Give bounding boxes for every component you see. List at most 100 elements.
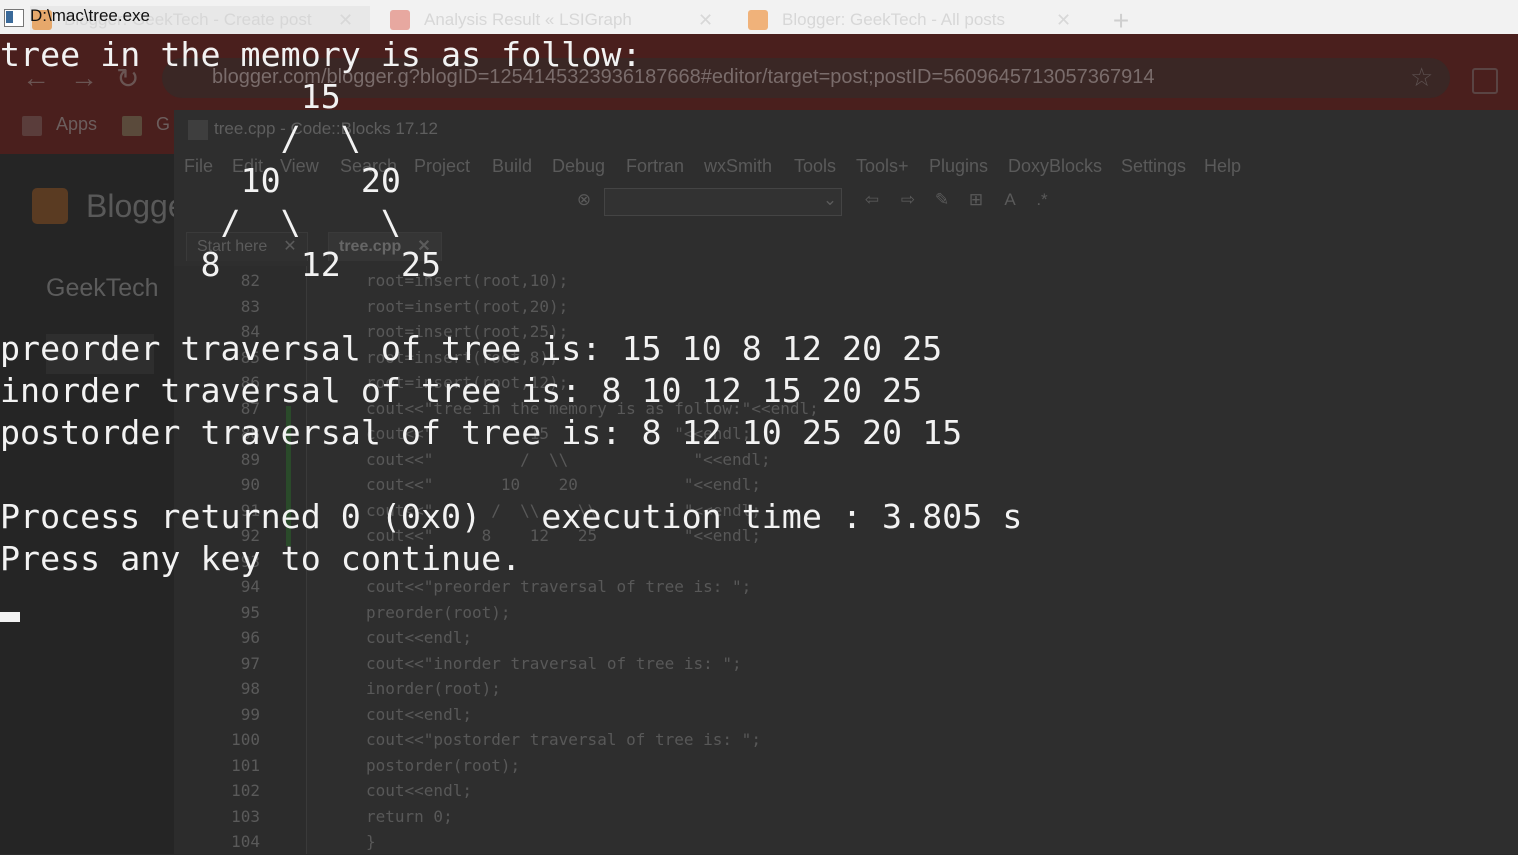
- blogger-favicon-icon: [748, 10, 768, 30]
- close-icon[interactable]: ✕: [1056, 6, 1071, 34]
- line-numbers: 82 83 84 85 86 87 88 89 90 91 92 93 94 95 96 97 98 99 100 1…: [214, 268, 260, 855]
- reload-icon[interactable]: ↻: [116, 62, 139, 95]
- menu-wxsmith[interactable]: wxSmith: [704, 156, 772, 177]
- console-window-title: D:\mac\tree.exe: [30, 6, 150, 25]
- tab-tree-cpp[interactable]: tree.cpp ✕: [328, 232, 442, 261]
- line-number: 92: [240, 526, 260, 545]
- pocket-extension-icon[interactable]: [1472, 68, 1498, 94]
- code-line: cout<<endl;: [366, 628, 472, 647]
- match-case-icon[interactable]: A: [1000, 190, 1020, 210]
- forward-arrow-icon[interactable]: →: [70, 62, 98, 94]
- line-number: 95: [240, 602, 260, 622]
- line-number: 97: [240, 653, 260, 673]
- change-bar: [286, 406, 291, 546]
- line-number: 103: [231, 806, 260, 826]
- close-icon[interactable]: ✕: [417, 238, 430, 255]
- code-editor[interactable]: root=insert(root,10); root=insert(root,20…: [366, 268, 819, 855]
- blogger-sidebar: Blogger GeekTech: [0, 154, 196, 854]
- menu-help[interactable]: Help: [1204, 156, 1241, 177]
- close-icon[interactable]: ✕: [338, 6, 353, 34]
- code-line: inorder(root);: [366, 679, 501, 698]
- line-number: 83: [240, 296, 260, 316]
- line-number: 94: [240, 577, 260, 596]
- bookmark-favicon-icon: [122, 116, 142, 136]
- menu-edit[interactable]: Edit: [232, 156, 263, 177]
- back-arrow-icon[interactable]: ←: [22, 62, 50, 94]
- code-line: cout<<endl;: [366, 704, 472, 724]
- code-line: }: [366, 832, 376, 851]
- code-line: cout<<" 10 20 "<<endl;: [366, 475, 761, 494]
- code-line: cout<<"postorder traversal of tree is: "…: [366, 730, 761, 749]
- menu-file[interactable]: File: [184, 156, 213, 177]
- blog-name[interactable]: GeekTech: [46, 274, 159, 303]
- menu-plugins[interactable]: Plugins: [929, 156, 988, 177]
- code-line: cout<<"inorder traversal of tree is: ";: [366, 653, 742, 673]
- selection-icon[interactable]: ⊞: [966, 190, 986, 210]
- menu-doxyblocks[interactable]: DoxyBlocks: [1008, 156, 1102, 177]
- line-number: 100: [231, 730, 260, 749]
- codeblocks-window: tree.cpp - Code::Blocks 17.12 File Edit …: [174, 110, 1518, 854]
- address-url: blogger.com/blogger.g?blogID=12541453239…: [212, 66, 1155, 88]
- symbol-dropdown[interactable]: [604, 188, 842, 216]
- menu-debug[interactable]: Debug: [552, 156, 605, 177]
- close-icon[interactable]: ✕: [283, 238, 296, 255]
- menu-build[interactable]: Build: [492, 156, 532, 177]
- code-line: cout<<" / \\ "<<endl;: [366, 449, 771, 469]
- menu-search[interactable]: Search: [340, 156, 397, 177]
- editor-tabs: Start here ✕ tree.cpp ✕: [182, 230, 1518, 262]
- codeblocks-menubar: File Edit View Search Project Build Debu…: [174, 154, 1518, 180]
- line-number: 85: [240, 347, 260, 367]
- code-line: cout<<"tree in the memory is as follow:"…: [366, 398, 819, 418]
- regex-icon[interactable]: .*: [1032, 190, 1052, 210]
- tab-start-here[interactable]: Start here ✕: [186, 232, 308, 261]
- line-number: 86: [240, 373, 260, 392]
- code-line: preorder(root);: [366, 602, 511, 622]
- new-tab-button[interactable]: +: [1104, 7, 1138, 35]
- bookmark-item[interactable]: G: [156, 114, 170, 135]
- code-line: return 0;: [366, 806, 453, 826]
- line-number: 91: [240, 500, 260, 520]
- line-number: 89: [240, 449, 260, 469]
- code-line: cout<<endl;: [366, 781, 472, 800]
- close-icon[interactable]: ✕: [698, 6, 713, 34]
- jump-forward-icon[interactable]: ⇨: [898, 190, 918, 210]
- lsigraph-favicon-icon: [390, 10, 410, 30]
- line-number: 88: [240, 424, 260, 443]
- clear-icon[interactable]: ⊗: [574, 190, 594, 210]
- codeblocks-app-icon: [188, 120, 208, 140]
- chevron-down-icon[interactable]: ⌄: [820, 190, 840, 210]
- code-line: cout<<" / \\ \\ "<<endl;: [366, 500, 761, 520]
- menu-view[interactable]: View: [280, 156, 319, 177]
- line-number: 90: [240, 475, 260, 494]
- blogger-button[interactable]: [46, 334, 154, 374]
- line-number: 99: [240, 704, 260, 724]
- code-line: root=insert(root,12);: [366, 373, 569, 392]
- bookmark-star-icon[interactable]: ☆: [1410, 62, 1433, 93]
- line-number: 82: [240, 271, 260, 290]
- chrome-tab-lsigraph[interactable]: Analysis Result « LSIGraph ✕: [390, 6, 720, 34]
- code-line: cout<<"preorder traversal of tree is: ";: [366, 577, 752, 596]
- menu-tools-plus[interactable]: Tools+: [856, 156, 909, 177]
- jump-back-icon[interactable]: ⇦: [862, 190, 882, 210]
- menu-project[interactable]: Project: [414, 156, 470, 177]
- chrome-tab-title: Analysis Result « LSIGraph: [424, 10, 632, 29]
- code-line: root=insert(root,10);: [366, 271, 569, 290]
- code-line: root=insert(root,25);: [366, 322, 569, 341]
- code-line: root=insert(root,20);: [366, 296, 569, 316]
- line-number: 84: [240, 322, 260, 341]
- menu-settings[interactable]: Settings: [1121, 156, 1186, 177]
- blogger-logo-icon: [32, 188, 68, 224]
- tab-label: Start here: [197, 238, 268, 255]
- menu-tools[interactable]: Tools: [794, 156, 836, 177]
- chrome-tab-all-posts[interactable]: Blogger: GeekTech - All posts ✕: [748, 6, 1078, 34]
- menu-fortran[interactable]: Fortran: [626, 156, 684, 177]
- console-app-icon: [4, 9, 24, 27]
- code-line: postorder(root);: [366, 755, 521, 775]
- highlight-icon[interactable]: ✎: [932, 190, 952, 210]
- console-titlebar[interactable]: D:\mac\tree.exe: [0, 0, 170, 34]
- apps-grid-icon: [22, 116, 42, 136]
- chrome-tab-title: Blogger: GeekTech - All posts: [782, 10, 1006, 29]
- bookmark-apps[interactable]: Apps: [56, 114, 97, 135]
- line-number: 102: [231, 781, 260, 800]
